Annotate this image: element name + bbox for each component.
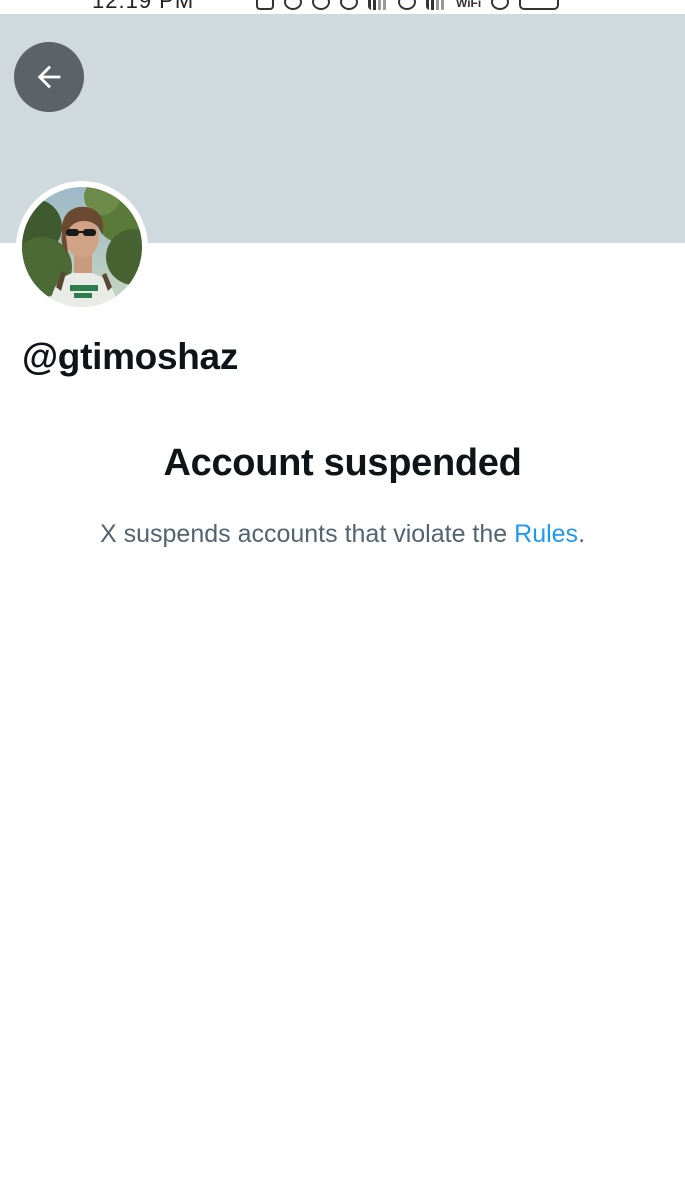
avatar-photo: [22, 187, 142, 307]
alarm-icon: [312, 0, 330, 10]
location-icon: [284, 0, 302, 10]
wifi-icon: WiFi: [456, 0, 482, 10]
profile-handle: @gtimoshaz: [22, 336, 239, 377]
status-icons: WiFi: [256, 0, 560, 10]
suspended-title: Account suspended: [163, 442, 522, 484]
rules-link[interactable]: Rules: [514, 520, 578, 548]
data-saver-icon: [340, 0, 358, 10]
notification-icon: [256, 0, 274, 10]
status-time: 12:19 PM: [92, 0, 195, 13]
hotspot-icon: [398, 0, 416, 10]
suspended-message: X suspends accounts that violate the Rul…: [0, 520, 685, 549]
battery-icon: [519, 0, 560, 10]
avatar[interactable]: [16, 181, 148, 313]
suspended-message-suffix: .: [578, 520, 586, 548]
suspended-message-text: X suspends accounts that violate the: [99, 520, 515, 548]
signal-2-icon: [426, 0, 446, 10]
back-button[interactable]: [14, 42, 84, 112]
signal-icon: [368, 0, 388, 10]
profile-page: 12:19 PM WiFi @gtimoshaz Account suspend…: [0, 0, 685, 1200]
status-bar: 12:19 PM WiFi: [0, 0, 685, 14]
arrow-left-icon: [37, 65, 61, 89]
bluetooth-icon: [491, 0, 510, 10]
